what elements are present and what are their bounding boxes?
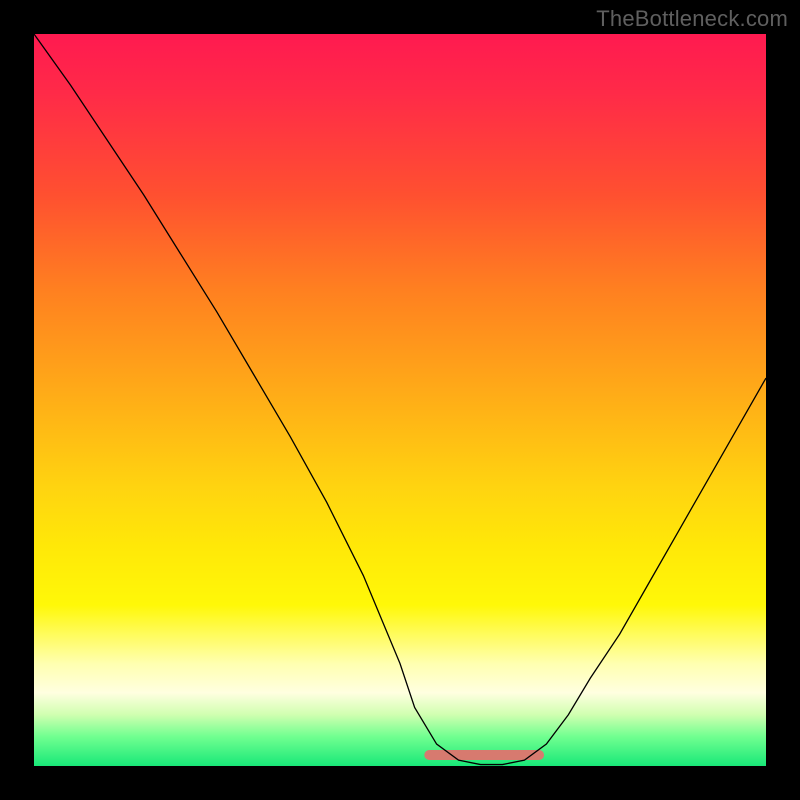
chart-plot-area (34, 34, 766, 766)
chart-curve (34, 34, 766, 765)
watermark-text: TheBottleneck.com (596, 6, 788, 32)
chart-svg (34, 34, 766, 766)
